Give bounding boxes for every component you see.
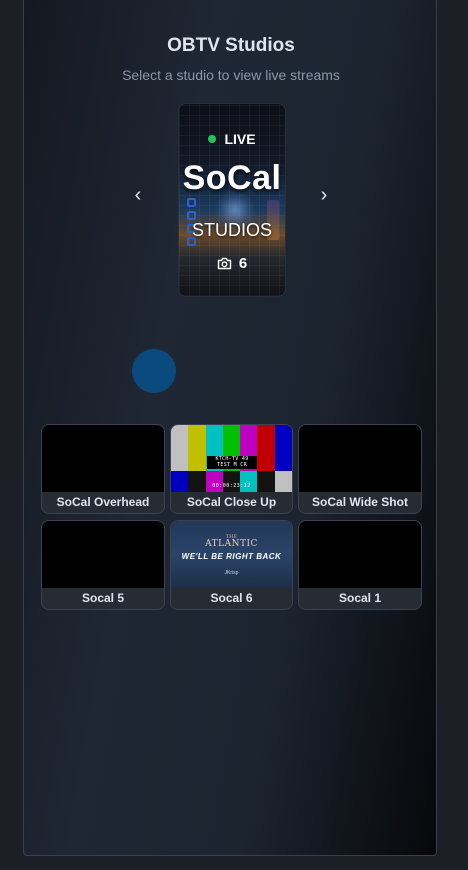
camera-feed-thumbnail [299, 521, 421, 590]
live-label: LIVE [224, 131, 256, 147]
camera-feed-thumbnail [42, 521, 164, 590]
loading-indicator [132, 349, 176, 393]
test-pattern-id-line: TEST M CR [217, 462, 247, 468]
chevron-left-icon: ‹ [134, 184, 142, 206]
camera-tile[interactable]: SoCal Overhead [41, 424, 165, 514]
slate-show-name: ATLANTIC [205, 539, 258, 549]
page-subtitle: Select a studio to view live streams [122, 67, 340, 83]
be-right-back-slate: THE ATLANTIC WE'LL BE RIGHT BACK JKrisp [171, 521, 292, 590]
camera-label: SoCal Wide Shot [299, 492, 421, 513]
slate-message: WE'LL BE RIGHT BACK [181, 552, 282, 561]
camera-feed-thumbnail: KTCH-TV 49 TEST M CR 00:00:23:12 [171, 425, 292, 494]
studio-panel: OBTV Studios Select a studio to view liv… [23, 0, 437, 856]
camera-icon [217, 257, 232, 274]
test-pattern-id-box: KTCH-TV 49 TEST M CR [207, 456, 257, 469]
camera-tile[interactable]: KTCH-TV 49 TEST M CR 00:00:23:12 SoCal C… [170, 424, 293, 514]
color-bars-test-pattern: KTCH-TV 49 TEST M CR 00:00:23:12 [171, 425, 292, 494]
live-status: LIVE [179, 131, 285, 147]
camera-label: SoCal Overhead [42, 492, 164, 513]
camera-feed-thumbnail [42, 425, 164, 494]
page-title: OBTV Studios [167, 35, 295, 56]
camera-label: Socal 5 [42, 588, 164, 609]
slate-logo: JKrisp [224, 570, 239, 576]
carousel-prev-button[interactable]: ‹ [128, 184, 148, 206]
live-dot-icon [208, 135, 217, 143]
camera-tile[interactable]: Socal 1 [298, 520, 422, 610]
camera-grid: SoCal Overhead KTCH-TV 49 TEST M CR 00:0… [41, 424, 423, 610]
camera-tile[interactable]: SoCal Wide Shot [298, 424, 422, 514]
camera-label: Socal 1 [299, 588, 421, 609]
camera-count: 6 [179, 255, 285, 274]
top-edge-remnants [24, 0, 436, 3]
studio-brand-name: SoCal [182, 159, 282, 197]
studio-brand-suffix: STUDIOS [191, 220, 272, 240]
timecode: 00:00:23:12 [212, 483, 251, 489]
chevron-right-icon: › [320, 184, 328, 206]
camera-label: SoCal Close Up [171, 492, 292, 513]
carousel-next-button[interactable]: › [314, 184, 334, 206]
camera-tile[interactable]: Socal 5 [41, 520, 165, 610]
camera-label: Socal 6 [171, 588, 292, 609]
camera-tile[interactable]: THE ATLANTIC WE'LL BE RIGHT BACK JKrisp … [170, 520, 293, 610]
studio-card-socal[interactable]: LIVE SoCal STUDIOS 6 [178, 103, 286, 297]
camera-count-value: 6 [238, 255, 248, 272]
camera-feed-thumbnail: THE ATLANTIC WE'LL BE RIGHT BACK JKrisp [171, 521, 292, 590]
camera-feed-thumbnail [299, 425, 421, 494]
